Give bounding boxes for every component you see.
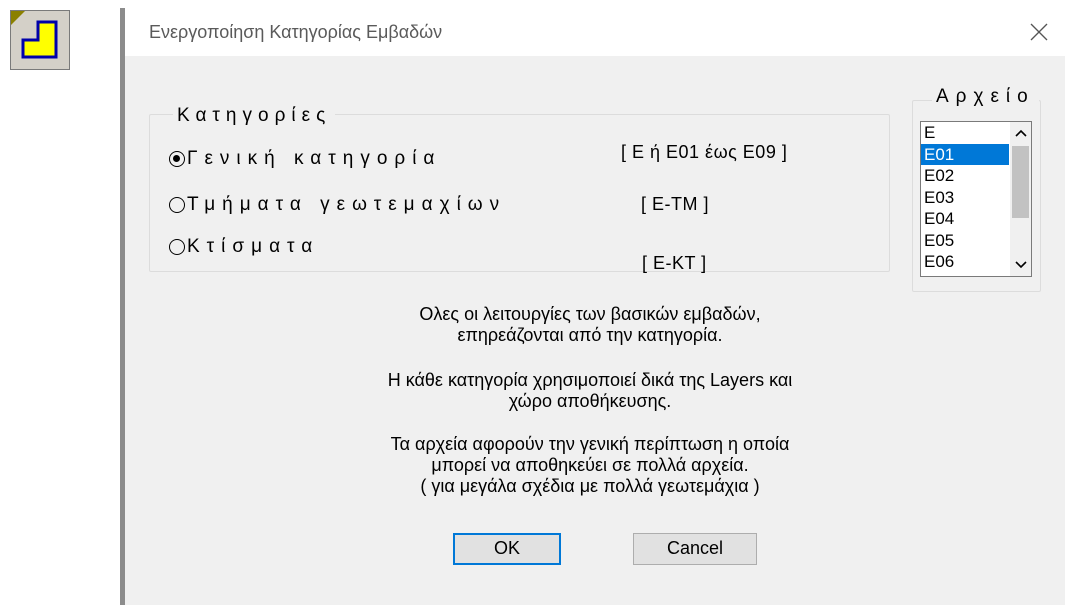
list-item[interactable]: Ε06	[921, 251, 1009, 273]
cancel-button[interactable]: Cancel	[633, 533, 757, 565]
close-icon	[1030, 23, 1048, 41]
radio-unchecked-icon	[169, 197, 185, 213]
chevron-up-icon	[1014, 129, 1027, 137]
radio-label-parcel-parts: Τμήματα γεωτεμαχίων	[187, 194, 507, 215]
info-text: χώρο αποθήκευσης.	[508, 391, 672, 411]
code-buildings: [ Ε-ΚΤ ]	[642, 253, 707, 273]
dialog-window: Ενεργοποίηση Κατηγορίας Εμβαδών Κατηγορί…	[120, 8, 1065, 605]
files-legend: Αρχείο	[932, 86, 1039, 108]
radio-label-general: Γενική κατηγορία	[187, 148, 442, 169]
code-general: [ Ε ή Ε01 έως Ε09 ]	[621, 142, 788, 162]
info-paragraph-1: Ολες οι λειτουργίες των βασικών εμβαδών,…	[265, 304, 915, 346]
chevron-down-icon	[1014, 261, 1027, 269]
ok-button[interactable]: OK	[453, 533, 561, 565]
list-item-selected[interactable]: Ε01	[921, 143, 1009, 165]
close-button[interactable]	[1019, 14, 1059, 50]
list-item[interactable]: Ε02	[921, 165, 1009, 187]
app-area-icon[interactable]	[10, 10, 70, 70]
radio-checked-icon	[169, 151, 185, 167]
files-list: Ε Ε01 Ε02 Ε03 Ε04 Ε05 Ε06	[921, 122, 1009, 273]
info-text: Ολες οι λειτουργίες των βασικών εμβαδών,	[419, 304, 761, 324]
info-text: Η κάθε κατηγορία χρησιμοποιεί δικά της L…	[387, 370, 793, 390]
radio-buildings[interactable]: Κτίσματα	[169, 236, 319, 258]
list-item[interactable]: Ε03	[921, 187, 1009, 209]
document-cutoff-strip	[0, 0, 1065, 8]
info-text: ( για μεγάλα σχέδια με πολλά γεωτεμάχια …	[420, 476, 760, 496]
files-listbox[interactable]: Ε Ε01 Ε02 Ε03 Ε04 Ε05 Ε06	[920, 121, 1032, 277]
categories-legend: Κατηγορίες	[173, 105, 336, 127]
title-bar: Ενεργοποίηση Κατηγορίας Εμβαδών	[125, 8, 1065, 56]
radio-parcel-parts[interactable]: Τμήματα γεωτεμαχίων	[169, 194, 506, 216]
info-text: μπορεί να αποθηκεύει σε πολλά αρχεία.	[431, 455, 749, 475]
scroll-up-button[interactable]	[1010, 122, 1031, 144]
radio-label-buildings: Κτίσματα	[187, 236, 320, 257]
scroll-thumb[interactable]	[1012, 146, 1029, 218]
radio-unchecked-icon	[169, 239, 185, 255]
scroll-down-button[interactable]	[1010, 254, 1031, 276]
dialog-title: Ενεργοποίηση Κατηγορίας Εμβαδών	[149, 22, 443, 42]
files-scrollbar[interactable]	[1010, 122, 1031, 276]
list-item[interactable]: Ε	[921, 122, 1009, 144]
info-text: Τα αρχεία αφορούν την γενική περίπτωση η…	[390, 434, 790, 454]
info-paragraph-3: Τα αρχεία αφορούν την γενική περίπτωση η…	[265, 434, 915, 497]
info-text: επηρεάζονται από την κατηγορία.	[457, 325, 723, 345]
radio-general-category[interactable]: Γενική κατηγορία	[169, 148, 441, 170]
list-item[interactable]: Ε05	[921, 230, 1009, 252]
info-paragraph-2: Η κάθε κατηγορία χρησιμοποιεί δικά της L…	[265, 370, 915, 412]
code-parcel-parts: [ Ε-ΤΜ ]	[641, 194, 709, 214]
list-item[interactable]: Ε04	[921, 208, 1009, 230]
